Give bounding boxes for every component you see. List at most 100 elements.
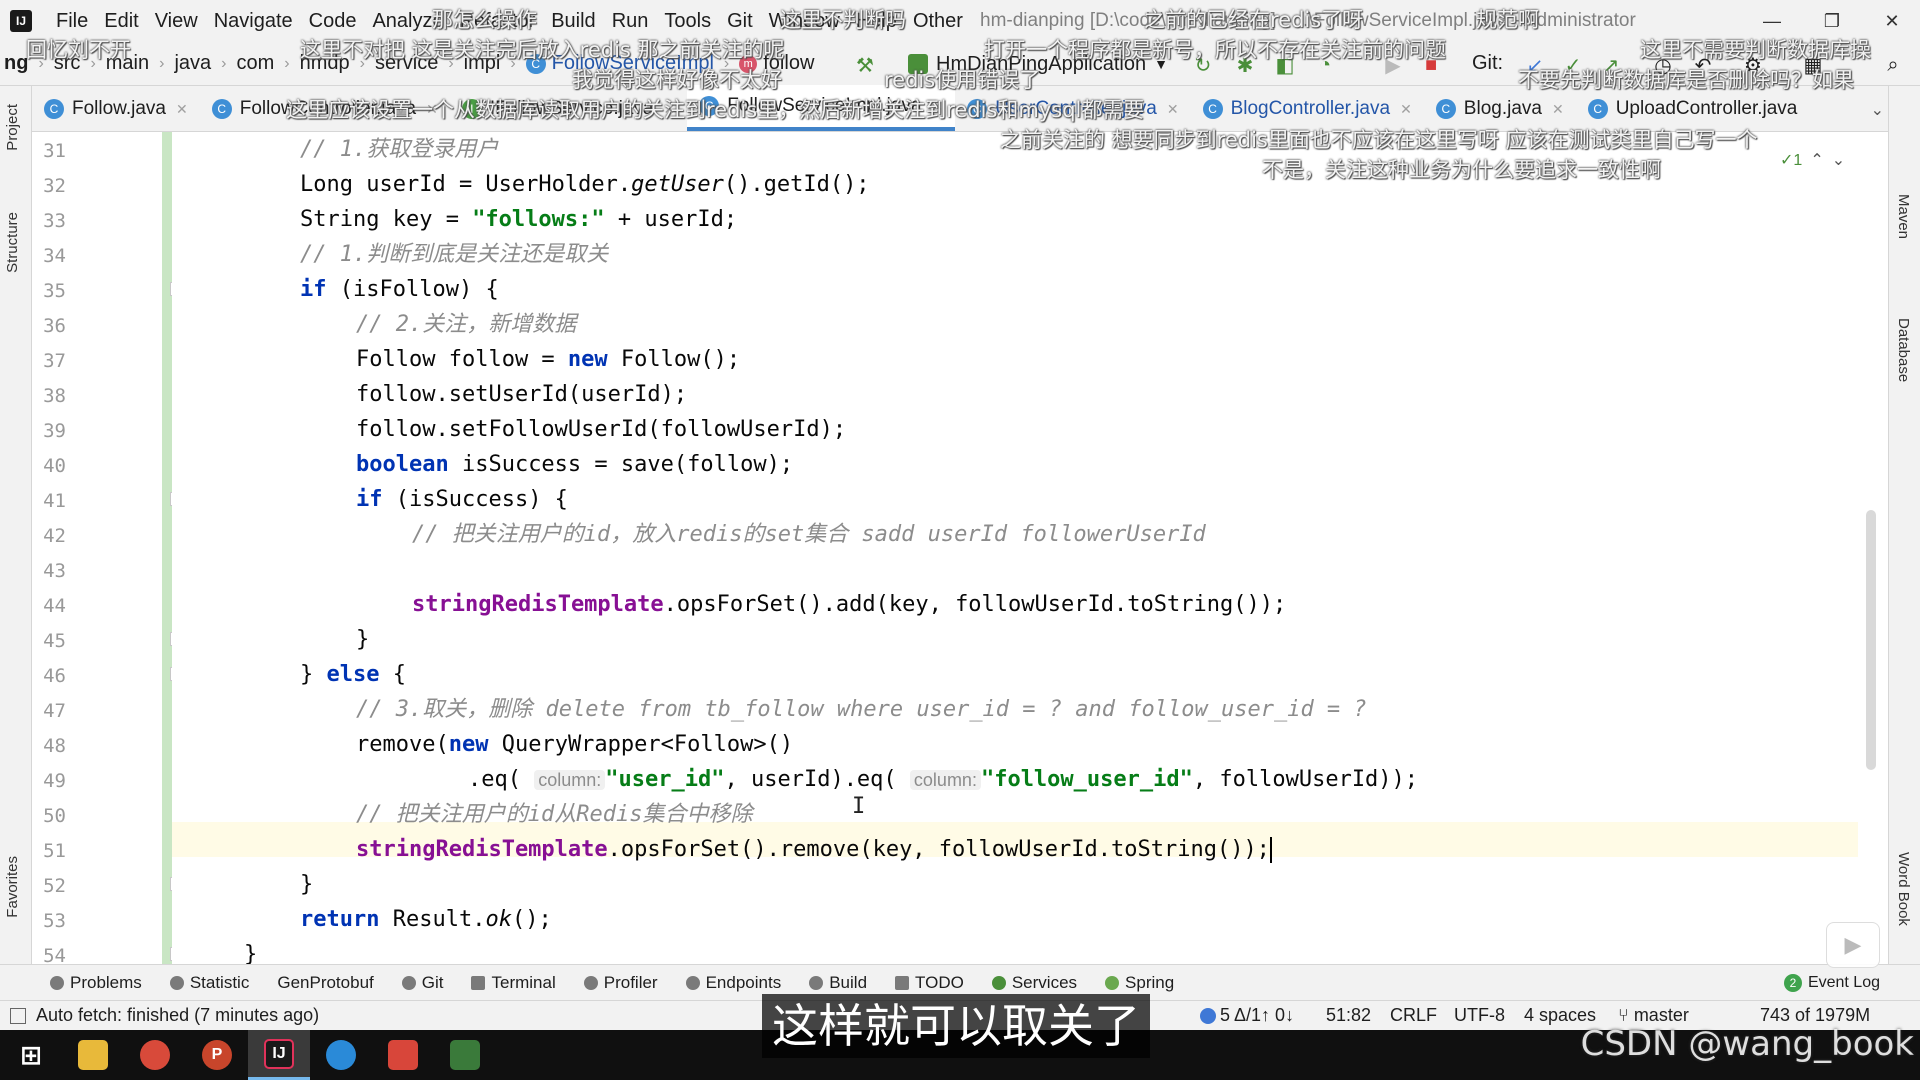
taskbar-app[interactable]: IJ bbox=[248, 1030, 310, 1080]
breadcrumb-main[interactable]: main bbox=[106, 52, 149, 75]
code-line[interactable] bbox=[172, 552, 412, 587]
tab-blog-controller[interactable]: C BlogController.java ✕ bbox=[1191, 87, 1424, 131]
play-icon[interactable]: ▶ bbox=[1826, 922, 1880, 968]
code-line[interactable]: return Result.ok(); bbox=[172, 902, 552, 937]
taskbar-app[interactable] bbox=[124, 1030, 186, 1080]
breadcrumb-src[interactable]: src bbox=[54, 52, 81, 75]
vcs-change-marker[interactable] bbox=[162, 132, 172, 964]
menu-edit[interactable]: Edit bbox=[96, 10, 146, 33]
code-line[interactable]: // 1.判断到底是关注还是取关 bbox=[172, 237, 608, 272]
tab-follow-controller[interactable]: C FollowController.java ✕ bbox=[200, 87, 450, 131]
memory-indicator[interactable]: 743 of 1979M bbox=[1760, 1005, 1870, 1026]
tab-blog-java[interactable]: C Blog.java ✕ bbox=[1424, 87, 1576, 131]
code-line[interactable]: if (isSuccess) { bbox=[172, 482, 568, 517]
code-line[interactable]: remove(new QueryWrapper<Follow>() bbox=[172, 727, 793, 762]
menu-window[interactable]: Window bbox=[761, 10, 848, 33]
project-tool-window[interactable]: Project bbox=[4, 104, 21, 151]
caret-position[interactable]: 51:82 bbox=[1326, 1005, 1371, 1026]
tool-window-genprotobuf[interactable]: GenProtobuf bbox=[263, 973, 387, 993]
database-tool-window[interactable]: Database bbox=[1895, 318, 1912, 382]
close-icon[interactable]: ✕ bbox=[176, 101, 188, 118]
taskbar-app[interactable] bbox=[62, 1030, 124, 1080]
code-line[interactable]: String key = "follows:" + userId; bbox=[172, 202, 737, 237]
git-branch[interactable]: ⑂ master bbox=[1618, 1005, 1689, 1026]
code-line[interactable]: stringRedisTemplate.opsForSet().add(key,… bbox=[172, 587, 1286, 622]
code-line[interactable]: } bbox=[172, 937, 257, 964]
stop-icon[interactable]: ■ bbox=[1418, 52, 1444, 78]
menu-code[interactable]: Code bbox=[301, 10, 365, 33]
breadcrumb-com[interactable]: com bbox=[236, 52, 274, 75]
menu-tools[interactable]: Tools bbox=[656, 10, 719, 33]
code-line[interactable]: // 把关注用户的id从Redis集合中移除 bbox=[172, 797, 752, 832]
tool-window-statistic[interactable]: Statistic bbox=[156, 973, 264, 993]
code-line[interactable]: // 3.取关，删除 delete from tb_follow where u… bbox=[172, 692, 1367, 727]
code-line[interactable]: if (isFollow) { bbox=[172, 272, 499, 307]
code-line[interactable]: follow.setFollowUserId(followUserId); bbox=[172, 412, 846, 447]
menu-refactor[interactable]: Refactor bbox=[452, 10, 544, 33]
close-icon[interactable]: ✕ bbox=[426, 101, 438, 118]
history-icon[interactable]: ◷ bbox=[1650, 52, 1676, 78]
menu-build[interactable]: Build bbox=[543, 10, 603, 33]
tool-window-terminal[interactable]: Terminal bbox=[457, 973, 569, 993]
tool-window-profiler[interactable]: Profiler bbox=[570, 973, 672, 993]
chevron-down-icon[interactable]: ⌄ bbox=[1832, 150, 1845, 170]
vcs-changes-widget[interactable]: 5 Δ/1↑ 0↓ bbox=[1200, 1005, 1294, 1026]
menu-view[interactable]: View bbox=[147, 10, 206, 33]
project-structure-icon[interactable]: ▦ bbox=[1800, 52, 1826, 78]
inspection-widget[interactable]: ✓1 ⌃ ⌄ bbox=[1780, 150, 1845, 170]
editor-scrollbar[interactable] bbox=[1866, 150, 1876, 950]
tab-ifollow-service[interactable]: I IFollowService.java ✕ bbox=[450, 87, 687, 131]
menu-help[interactable]: Help bbox=[848, 10, 905, 33]
taskbar-app[interactable]: P bbox=[186, 1030, 248, 1080]
breadcrumb-project[interactable]: ng bbox=[4, 52, 28, 75]
breadcrumb-impl[interactable]: impl bbox=[464, 52, 501, 75]
breadcrumb-service[interactable]: service bbox=[375, 52, 438, 75]
tab-follow-java[interactable]: C Follow.java ✕ bbox=[32, 87, 200, 131]
debug-icon[interactable]: ✱ bbox=[1232, 52, 1258, 78]
restore-icon[interactable]: ❐ bbox=[1812, 6, 1852, 36]
close-icon[interactable]: ✕ bbox=[1167, 101, 1179, 118]
code-line-current[interactable]: stringRedisTemplate.opsForSet().remove(k… bbox=[172, 832, 1272, 867]
tool-window-build[interactable]: Build bbox=[795, 973, 881, 993]
code-line[interactable]: boolean isSuccess = save(follow); bbox=[172, 447, 793, 482]
breadcrumb-hmdp[interactable]: hmdp bbox=[300, 52, 350, 75]
code-line[interactable]: Follow follow = new Follow(); bbox=[172, 342, 740, 377]
line-separator[interactable]: CRLF bbox=[1390, 1005, 1437, 1026]
taskbar-app[interactable] bbox=[372, 1030, 434, 1080]
breadcrumb-method[interactable]: m follow bbox=[739, 52, 814, 75]
menu-git[interactable]: Git bbox=[719, 10, 761, 33]
tool-window-spring[interactable]: Spring bbox=[1091, 973, 1188, 993]
tab-upload-controller[interactable]: C UploadController.java bbox=[1576, 87, 1810, 131]
start-button[interactable]: ⊞ bbox=[0, 1030, 62, 1080]
tool-window-problems[interactable]: Problems bbox=[36, 973, 156, 993]
code-line[interactable]: // 把关注用户的id，放入redis的set集合 sadd userId fo… bbox=[172, 517, 1206, 552]
coverage-icon[interactable]: ◧ bbox=[1272, 52, 1298, 78]
rollback-icon[interactable]: ↶ bbox=[1690, 52, 1716, 78]
hammer-build-icon[interactable]: ⚒ bbox=[852, 52, 878, 78]
code-line[interactable]: } bbox=[172, 622, 369, 657]
code-line[interactable]: // 1.获取登录用户 bbox=[172, 132, 498, 167]
close-icon[interactable]: ✕ bbox=[1400, 101, 1412, 118]
tool-window-services[interactable]: Services bbox=[978, 973, 1091, 993]
code-line[interactable]: Long userId = UserHolder.getUser().getId… bbox=[172, 167, 870, 202]
chevron-down-icon[interactable]: ⌄ bbox=[1871, 100, 1884, 120]
taskbar-app[interactable] bbox=[434, 1030, 496, 1080]
git-update-icon[interactable]: ↙ bbox=[1522, 52, 1548, 78]
code-line[interactable]: } bbox=[172, 867, 313, 902]
close-icon[interactable]: ✕ bbox=[1552, 101, 1564, 118]
code-editor[interactable]: // 1.获取登录用户 Long userId = UserHolder.get… bbox=[172, 132, 1862, 964]
rerun-icon[interactable]: ↻ bbox=[1190, 52, 1216, 78]
chevron-up-icon[interactable]: ⌃ bbox=[1810, 150, 1823, 170]
indent-setting[interactable]: 4 spaces bbox=[1524, 1005, 1596, 1026]
menu-run[interactable]: Run bbox=[604, 10, 657, 33]
menu-other[interactable]: Other bbox=[905, 10, 971, 33]
tool-window-todo[interactable]: TODO bbox=[881, 973, 978, 993]
structure-tool-window[interactable]: Structure bbox=[4, 212, 21, 273]
code-line[interactable]: follow.setUserId(userId); bbox=[172, 377, 687, 412]
menu-navigate[interactable]: Navigate bbox=[206, 10, 301, 33]
toggle-tool-windows-icon[interactable] bbox=[10, 1007, 26, 1024]
event-log-button[interactable]: 2 Event Log bbox=[1783, 973, 1880, 992]
favorites-tool-window[interactable]: Favorites bbox=[4, 856, 21, 918]
search-everywhere-icon[interactable]: ⌕ bbox=[1880, 52, 1906, 78]
menu-analyze[interactable]: Analyze bbox=[364, 10, 451, 33]
